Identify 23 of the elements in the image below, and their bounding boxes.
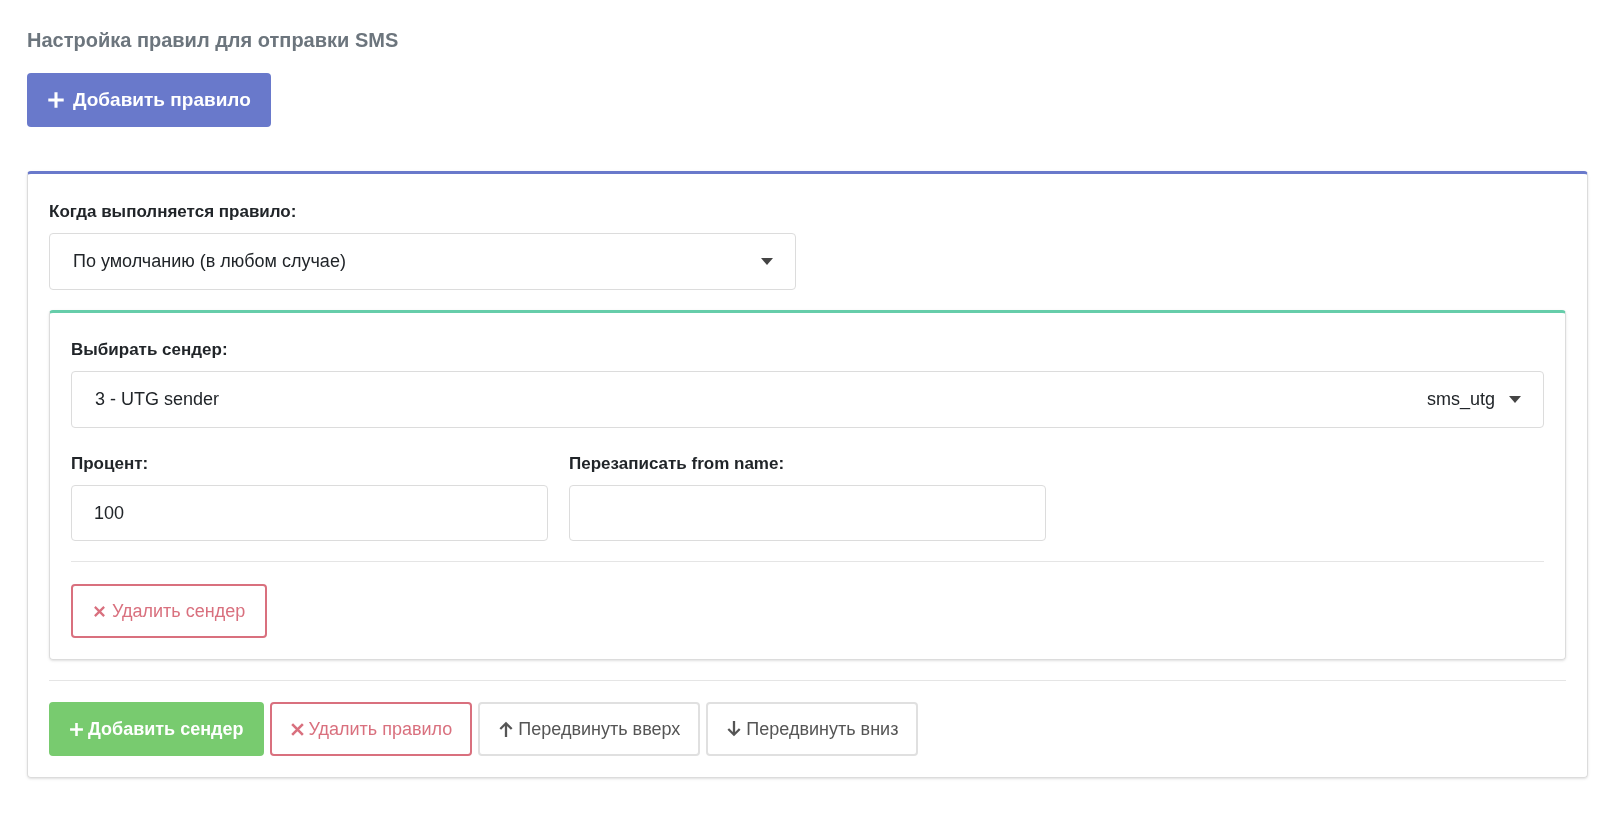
percent-field[interactable]: 100: [71, 485, 548, 541]
plus-icon: [47, 91, 65, 109]
caret-icon: [761, 258, 773, 265]
caret-icon: [1509, 396, 1521, 403]
plus-icon: [69, 721, 84, 737]
field-label: Когда выполняется правило:: [49, 201, 298, 223]
arrow-up-icon: [498, 721, 515, 737]
field-label: Процент:: [71, 453, 150, 475]
field-label: Перезаписать from name:: [569, 453, 786, 475]
close-icon: [93, 604, 106, 618]
close-icon: [289, 721, 305, 737]
page-title: Настройка правил для отправки SMS: [27, 28, 400, 53]
select-value: 3 - UTG sender: [95, 388, 221, 411]
from-name-field[interactable]: [569, 485, 1046, 541]
select-value: По умолчанию (в любом случае): [73, 250, 346, 273]
move-up-button[interactable]: Передвинуть вверх: [478, 702, 701, 756]
sender-select[interactable]: 3 - UTG sender sms_utg: [71, 371, 1544, 428]
add-rule-button[interactable]: Добавить правило: [27, 73, 271, 127]
sender-code: sms_utg: [1426, 388, 1495, 412]
move-down-button[interactable]: Передвинуть вниз: [706, 702, 919, 756]
field-label: Выбирать сендер:: [71, 339, 229, 361]
arrow-down-icon: [726, 721, 743, 737]
condition-select[interactable]: По умолчанию (в любом случае): [49, 233, 796, 290]
